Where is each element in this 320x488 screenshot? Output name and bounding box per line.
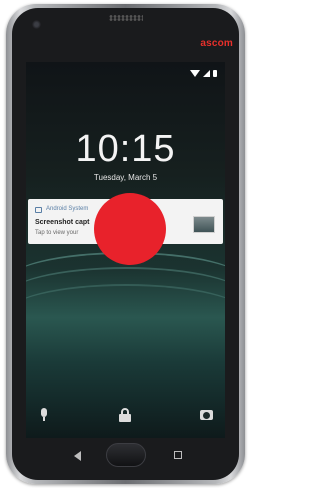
front-camera [32, 20, 41, 29]
touch-indicator [94, 193, 166, 265]
camera-icon[interactable] [200, 408, 213, 420]
battery-icon [213, 70, 217, 77]
notification-text: Tap to view your [35, 230, 79, 236]
back-button[interactable] [74, 451, 81, 461]
notification-app-name: Android System [46, 206, 89, 212]
navigation-bar [26, 440, 225, 472]
earpiece-speaker [109, 15, 143, 21]
lock-clock: 10:15 [75, 128, 176, 170]
notification-title: Screenshot capt [35, 219, 90, 226]
signal-icon [203, 70, 210, 77]
lock-icon[interactable] [119, 408, 131, 422]
recents-button[interactable] [174, 451, 182, 459]
wifi-icon [190, 70, 200, 77]
lock-date: Tuesday, March 5 [93, 173, 158, 182]
screenshot-thumbnail[interactable] [193, 216, 215, 233]
brand-logo: ascom [200, 38, 233, 49]
mic-icon[interactable] [39, 408, 49, 422]
screenshot-app-icon [35, 207, 42, 213]
home-button[interactable] [106, 443, 146, 467]
lock-screen[interactable]: 10:15 Tuesday, March 5 Android System Sc… [26, 62, 225, 438]
wallpaper-wave [26, 284, 225, 344]
lock-shortcuts [26, 406, 225, 424]
status-bar-icons [190, 70, 217, 77]
